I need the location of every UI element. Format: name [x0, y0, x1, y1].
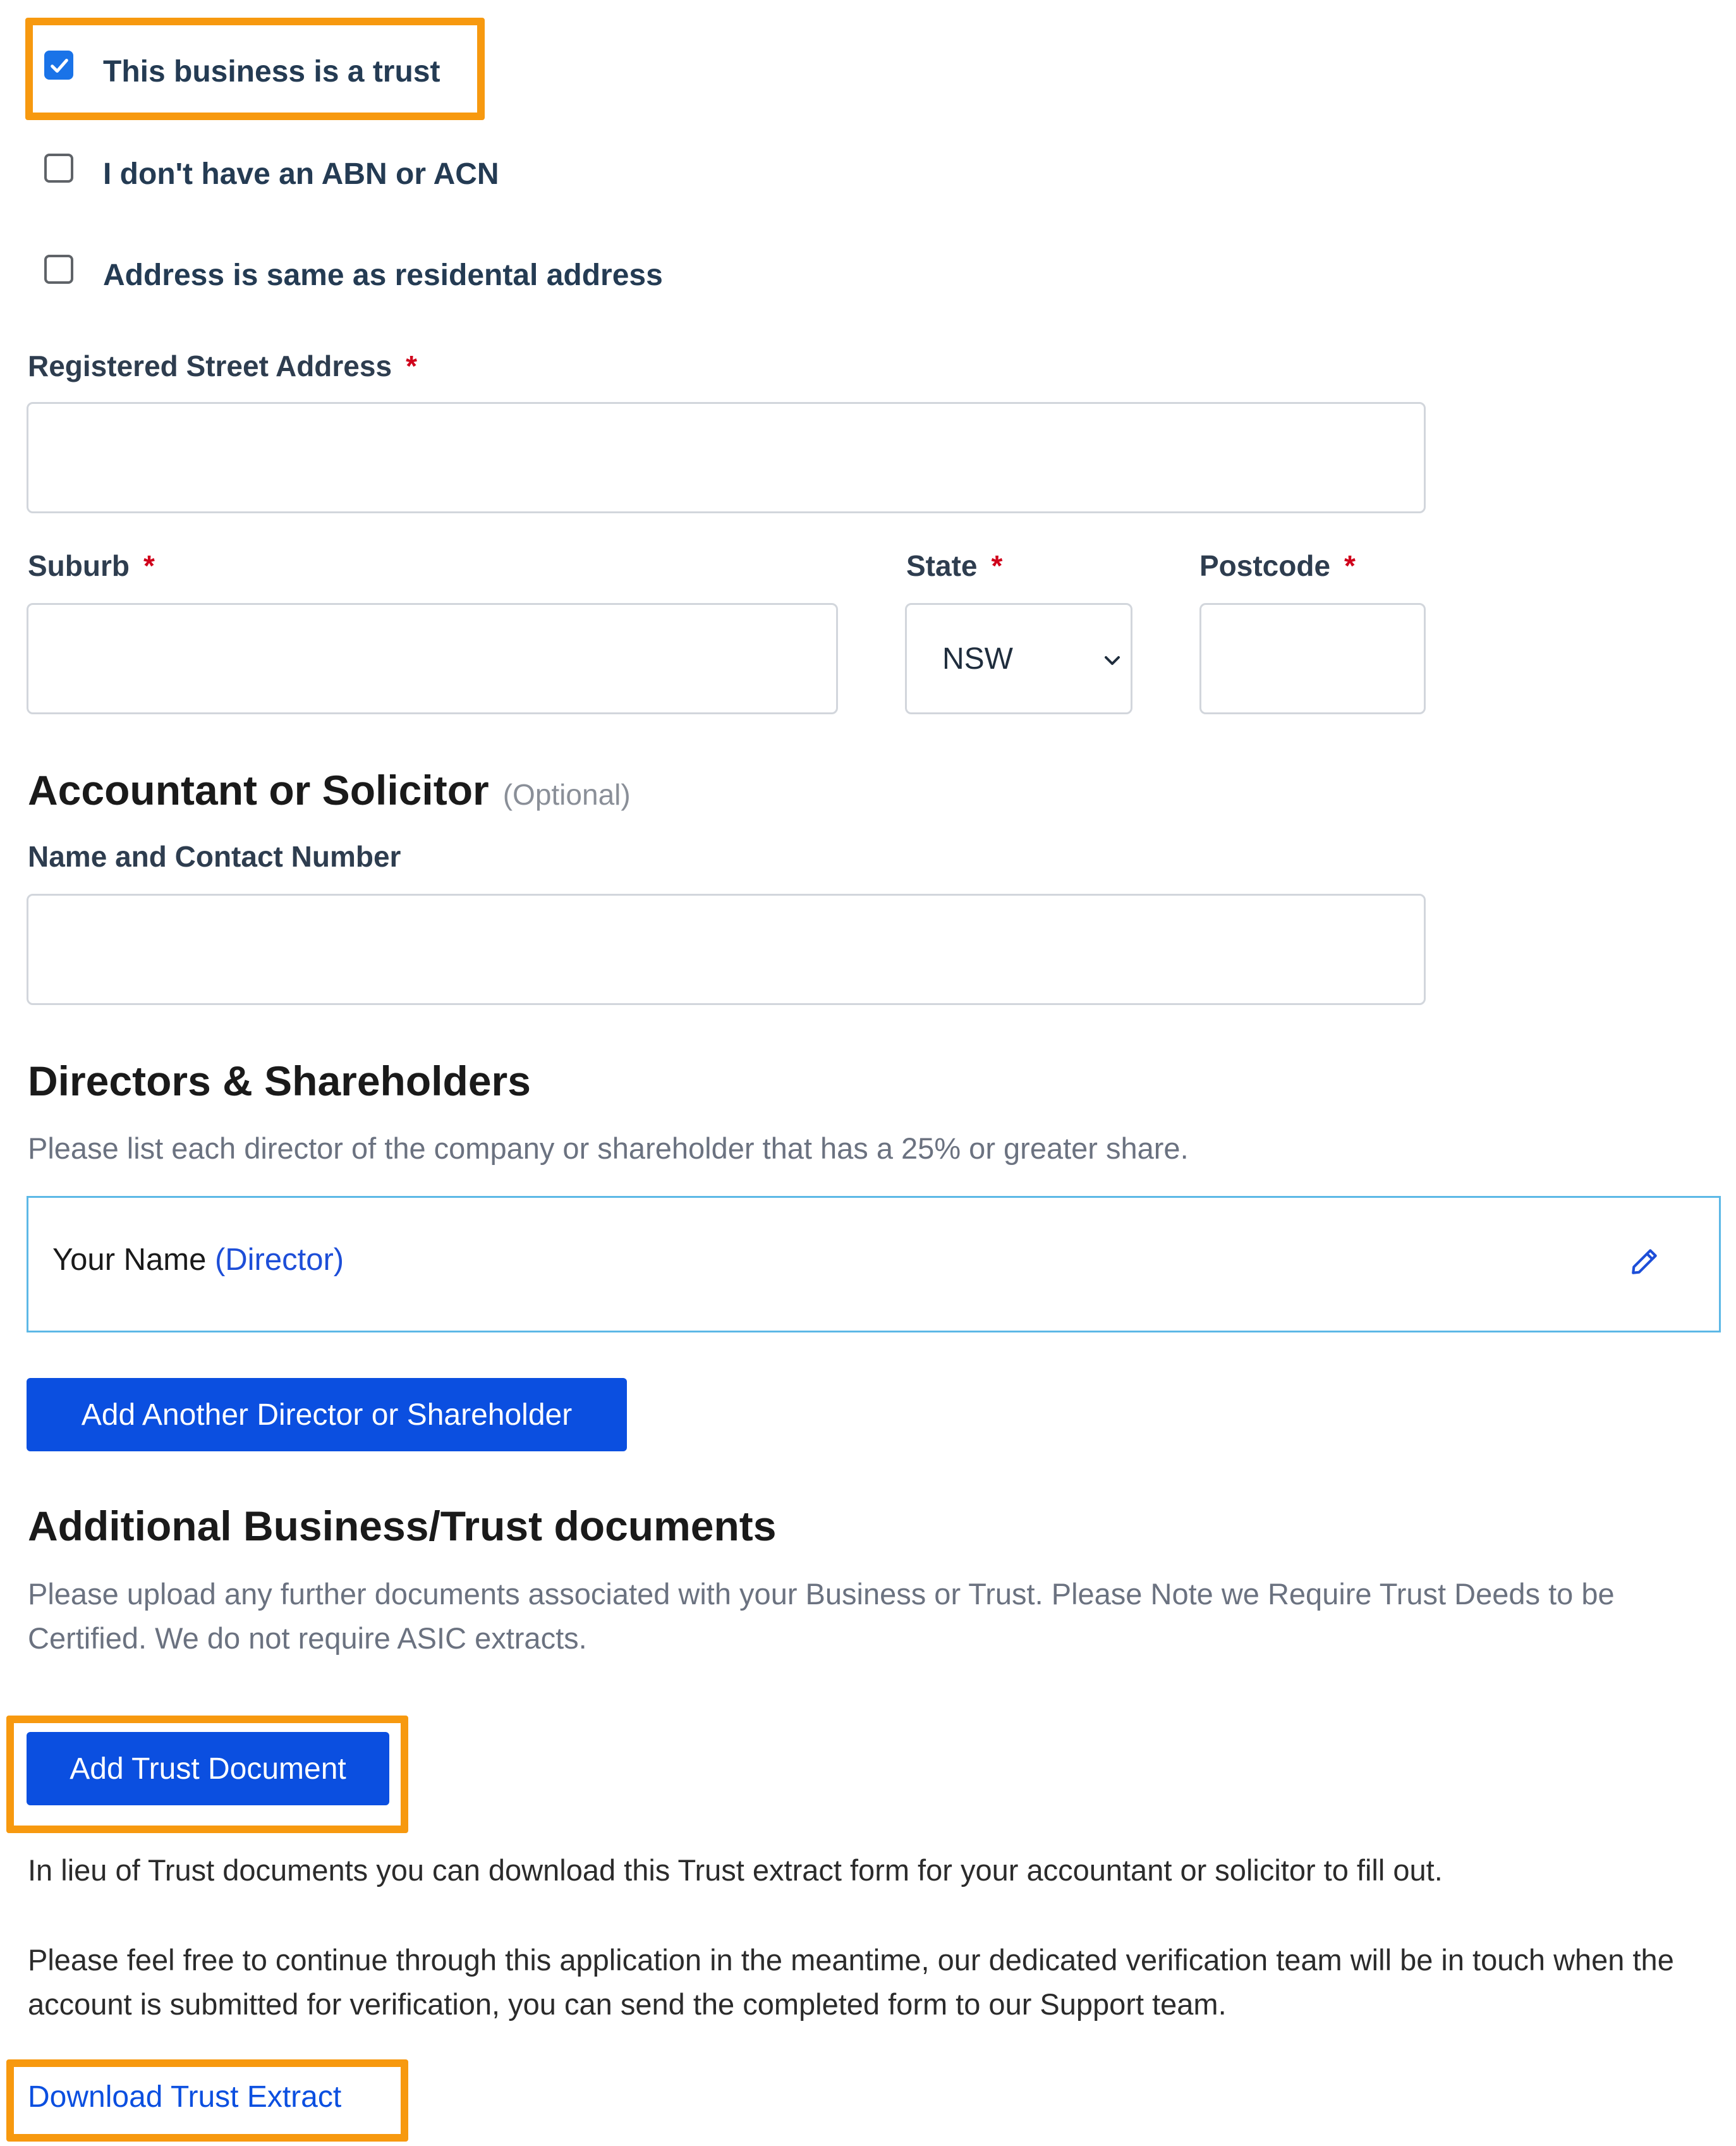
name-contact-input[interactable]: [27, 894, 1426, 1005]
street-address-input[interactable]: [27, 402, 1426, 513]
state-select[interactable]: NSW: [905, 603, 1132, 714]
postcode-label-text: Postcode: [1199, 549, 1331, 582]
required-asterisk: *: [406, 350, 417, 382]
director-entry-text: Your Name (Director): [52, 1242, 344, 1277]
director-name: Your Name: [52, 1243, 207, 1277]
optional-tag: (Optional): [502, 778, 631, 811]
director-role: (Director): [214, 1243, 344, 1277]
add-director-button[interactable]: Add Another Director or Shareholder: [27, 1378, 627, 1451]
postcode-label: Postcode *: [1199, 549, 1356, 583]
documents-description: Please upload any further documents asso…: [28, 1577, 1615, 1655]
continue-text: Please feel free to continue through thi…: [28, 1943, 1674, 2021]
pencil-icon[interactable]: [1629, 1246, 1660, 1277]
trust-checkbox-label[interactable]: This business is a trust: [103, 54, 440, 89]
suburb-label: Suburb *: [28, 549, 155, 583]
add-trust-document-button[interactable]: Add Trust Document: [27, 1732, 389, 1805]
street-address-label: Registered Street Address *: [28, 349, 417, 383]
state-label-text: State: [906, 549, 978, 582]
state-label: State *: [906, 549, 1002, 583]
required-asterisk: *: [991, 549, 1003, 582]
chevron-down-icon: [1105, 656, 1120, 665]
trust-checkbox[interactable]: [44, 51, 73, 80]
documents-heading: Additional Business/Trust documents: [28, 1503, 777, 1549]
suburb-input[interactable]: [27, 603, 838, 714]
no-abn-checkbox[interactable]: [44, 154, 73, 183]
check-icon: [51, 59, 68, 73]
required-asterisk: *: [143, 549, 155, 582]
directors-description: Please list each director of the company…: [28, 1131, 1189, 1165]
same-address-checkbox-label[interactable]: Address is same as residental address: [103, 258, 663, 293]
same-address-checkbox[interactable]: [44, 255, 73, 284]
form-page: This business is a trust I don't have an…: [0, 0, 1736, 2146]
lieu-text: In lieu of Trust documents you can downl…: [28, 1853, 1443, 1887]
no-abn-checkbox-label[interactable]: I don't have an ABN or ACN: [103, 157, 499, 192]
state-select-value: NSW: [942, 642, 1013, 676]
postcode-input[interactable]: [1199, 603, 1426, 714]
directors-heading: Directors & Shareholders: [28, 1058, 531, 1104]
director-entry[interactable]: Your Name (Director): [27, 1196, 1721, 1332]
download-trust-extract-link[interactable]: Download Trust Extract: [28, 2080, 341, 2114]
suburb-label-text: Suburb: [28, 549, 130, 582]
name-contact-label: Name and Contact Number: [28, 840, 401, 873]
accountant-heading-text: Accountant or Solicitor: [28, 767, 489, 814]
accountant-heading: Accountant or Solicitor (Optional): [28, 766, 631, 814]
required-asterisk: *: [1344, 549, 1356, 582]
street-address-label-text: Registered Street Address: [28, 350, 392, 382]
